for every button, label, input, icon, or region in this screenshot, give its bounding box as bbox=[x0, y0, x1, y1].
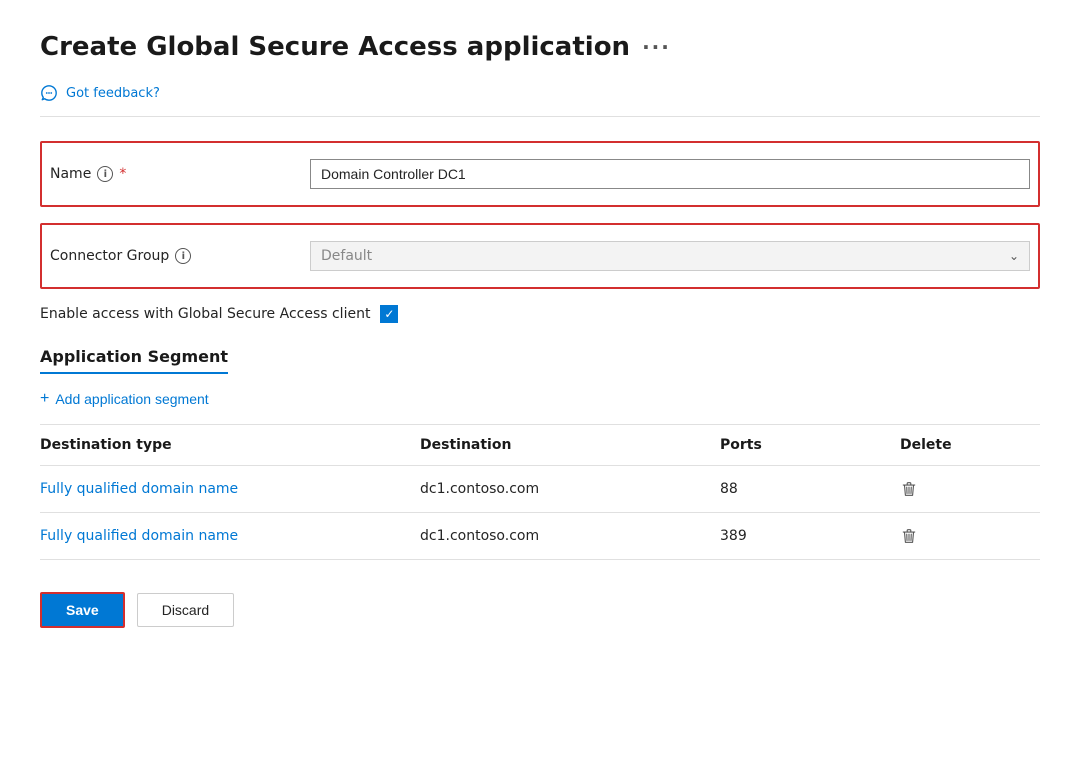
table-header-row: Destination type Destination Ports Delet… bbox=[40, 425, 1040, 466]
col-header-dest-type: Destination type bbox=[40, 425, 420, 466]
add-application-segment-button[interactable]: + Add application segment bbox=[40, 390, 209, 408]
save-button[interactable]: Save bbox=[40, 592, 125, 628]
name-field-row: Name i * bbox=[40, 141, 1040, 207]
enable-access-row: Enable access with Global Secure Access … bbox=[40, 305, 1040, 323]
connector-label-text: Connector Group bbox=[50, 248, 169, 264]
application-segment-section: Application Segment bbox=[40, 347, 1040, 390]
col-header-delete: Delete bbox=[900, 425, 1040, 466]
col-header-destination: Destination bbox=[420, 425, 720, 466]
connector-group-row: Connector Group i Default ⌄ bbox=[40, 223, 1040, 289]
page-title: Create Global Secure Access application … bbox=[40, 32, 1040, 62]
table-row: Fully qualified domain namedc1.contoso.c… bbox=[40, 466, 1040, 513]
destination-cell: dc1.contoso.com bbox=[420, 513, 720, 560]
check-icon: ✓ bbox=[384, 307, 394, 321]
plus-icon: + bbox=[40, 390, 49, 408]
segments-table: Destination type Destination Ports Delet… bbox=[40, 425, 1040, 560]
name-label-text: Name bbox=[50, 166, 91, 182]
enable-access-label: Enable access with Global Secure Access … bbox=[40, 306, 370, 322]
ports-cell: 88 bbox=[720, 466, 900, 513]
dest-type-cell[interactable]: Fully qualified domain name bbox=[40, 466, 420, 513]
chevron-down-icon: ⌄ bbox=[1009, 249, 1019, 263]
col-header-ports: Ports bbox=[720, 425, 900, 466]
connector-group-select[interactable]: Default ⌄ bbox=[310, 241, 1030, 271]
trash-icon bbox=[900, 527, 918, 545]
feedback-bar[interactable]: Got feedback? bbox=[40, 74, 1040, 117]
discard-button[interactable]: Discard bbox=[137, 593, 234, 627]
feedback-label: Got feedback? bbox=[66, 86, 160, 101]
connector-info-icon[interactable]: i bbox=[175, 248, 191, 264]
connector-label: Connector Group i bbox=[50, 248, 310, 264]
feedback-icon bbox=[40, 84, 58, 102]
name-input[interactable] bbox=[310, 159, 1030, 189]
add-segment-label: Add application segment bbox=[55, 391, 208, 407]
name-info-icon[interactable]: i bbox=[97, 166, 113, 182]
page-title-text: Create Global Secure Access application bbox=[40, 32, 630, 62]
trash-icon bbox=[900, 480, 918, 498]
table-row: Fully qualified domain namedc1.contoso.c… bbox=[40, 513, 1040, 560]
dest-type-cell[interactable]: Fully qualified domain name bbox=[40, 513, 420, 560]
delete-cell bbox=[900, 513, 1040, 560]
connector-group-value: Default bbox=[321, 248, 1009, 264]
delete-row-button[interactable] bbox=[900, 480, 918, 498]
ports-cell: 389 bbox=[720, 513, 900, 560]
delete-cell bbox=[900, 466, 1040, 513]
section-title: Application Segment bbox=[40, 347, 228, 374]
destination-cell: dc1.contoso.com bbox=[420, 466, 720, 513]
enable-access-checkbox[interactable]: ✓ bbox=[380, 305, 398, 323]
footer-actions: Save Discard bbox=[40, 592, 1040, 628]
more-options-icon[interactable]: ··· bbox=[642, 35, 671, 59]
delete-row-button[interactable] bbox=[900, 527, 918, 545]
name-label: Name i * bbox=[50, 166, 310, 182]
form-section: Name i * Connector Group i Default ⌄ bbox=[40, 141, 1040, 289]
name-required: * bbox=[119, 166, 126, 182]
